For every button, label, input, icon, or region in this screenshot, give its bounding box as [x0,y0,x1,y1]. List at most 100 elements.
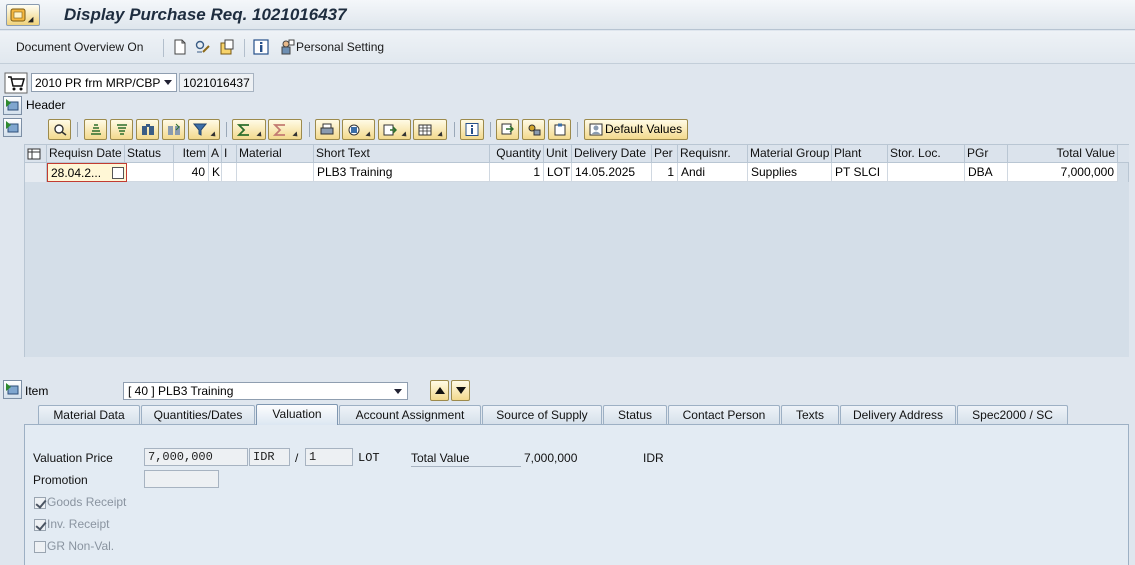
delivery-date-cell[interactable]: 14.05.2025 [572,163,652,182]
total-value-cell[interactable]: 7,000,000 [1008,163,1118,182]
personal-setting-icon[interactable] [279,39,295,55]
gear-icon [528,124,541,136]
col-item[interactable]: Item [174,145,209,163]
currency-field[interactable]: IDR [249,448,290,466]
pgr-cell[interactable]: DBA [965,163,1008,182]
find-next-button[interactable] [162,119,185,140]
settings-button[interactable] [522,119,545,140]
inv-receipt-checkbox[interactable] [34,519,46,531]
tab-texts[interactable]: Texts [781,405,839,424]
item-cell[interactable]: 40 [174,163,209,182]
collapse-items-icon [6,121,19,133]
title-bar: Display Purchase Req. 1021016437 [0,0,1135,30]
tab-valuation[interactable]: Valuation [256,404,338,425]
promotion-field[interactable] [144,470,219,488]
goods-receipt-checkbox[interactable] [34,497,46,509]
info-icon[interactable] [253,39,269,55]
document-type-select[interactable]: 2010 PR frm MRP/CBP [31,73,177,92]
col-per[interactable]: Per [652,145,678,163]
next-item-button[interactable] [451,380,470,401]
tab-contact-person[interactable]: Contact Person [668,405,780,424]
col-i[interactable]: I [222,145,237,163]
requisn-date-cell[interactable]: 28.04.2... [47,163,127,182]
chevron-down-icon[interactable] [394,389,402,394]
tab-source-of-supply[interactable]: Source of Supply [482,405,602,424]
total-button[interactable] [232,119,266,140]
personal-setting-button[interactable]: Personal Setting [296,40,384,54]
details-button[interactable] [48,119,71,140]
select-all-button[interactable] [25,145,47,163]
chevron-down-icon [210,131,218,139]
col-material[interactable]: Material [237,145,314,163]
status-cell[interactable] [127,163,174,182]
filter-button[interactable] [188,119,220,140]
col-status[interactable]: Status [125,145,174,163]
stor-loc-cell[interactable] [888,163,965,182]
find-button[interactable] [136,119,159,140]
other-document-icon[interactable] [219,39,235,55]
item-overview-collapse-button[interactable] [3,118,22,137]
subtotal-button[interactable] [268,119,302,140]
value-help-icon[interactable] [112,167,124,179]
col-a[interactable]: A [209,145,222,163]
export-button[interactable] [378,119,411,140]
new-document-icon[interactable] [172,39,188,55]
tab-spec2000-sc[interactable]: Spec2000 / SC [957,405,1068,424]
col-short-text[interactable]: Short Text [314,145,490,163]
tab-delivery-address[interactable]: Delivery Address [840,405,956,424]
plant-cell[interactable]: PT SLCI [832,163,888,182]
grid-empty-area [25,182,1129,357]
tab-material-data[interactable]: Material Data [38,405,140,424]
col-delivery-date[interactable]: Delivery Date [572,145,652,163]
print-button[interactable] [315,119,340,140]
document-overview-button[interactable]: Document Overview On [16,40,143,54]
material-group-cell[interactable]: Supplies [748,163,832,182]
goods-receipt-label: Goods Receipt [47,495,127,509]
material-cell[interactable] [237,163,314,182]
row-selector[interactable] [25,163,47,182]
item-label: Item [25,384,49,398]
item-select[interactable]: [ 40 ] PLB3 Training [123,382,408,400]
tab-account-assignment[interactable]: Account Assignment [339,405,481,424]
per-cell[interactable]: 1 [652,163,678,182]
display-change-icon[interactable] [195,39,211,55]
system-menu-button[interactable] [6,4,40,26]
sort-ascending-button[interactable] [84,119,107,140]
previous-item-button[interactable] [430,380,449,401]
gr-non-val-checkbox[interactable] [34,541,46,553]
account-category-cell[interactable]: K [209,163,222,182]
item-detail-collapse-button[interactable] [3,380,22,399]
grid-info-button[interactable] [460,119,484,140]
col-quantity[interactable]: Quantity [490,145,544,163]
layout-button[interactable] [413,119,447,140]
item-category-cell[interactable] [222,163,237,182]
toolbar-separator [490,122,491,137]
col-pgr[interactable]: PGr [965,145,1008,163]
tab-quantities-dates[interactable]: Quantities/Dates [141,405,255,424]
col-requisnr[interactable]: Requisnr. [678,145,748,163]
sort-descending-button[interactable] [110,119,133,140]
price-unit-field[interactable]: 1 [305,448,353,466]
document-button[interactable] [548,119,571,140]
collapse-item-detail-icon [6,383,19,395]
views-button[interactable] [342,119,375,140]
chevron-down-icon[interactable] [164,80,172,85]
copy-line-button[interactable] [496,119,519,140]
col-material-group[interactable]: Material Group [748,145,832,163]
requisnr-cell[interactable]: Andi [678,163,748,182]
col-stor-loc[interactable]: Stor. Loc. [888,145,965,163]
chevron-down-icon [256,131,264,139]
col-plant[interactable]: Plant [832,145,888,163]
col-total-value[interactable]: Total Value [1008,145,1118,163]
short-text-cell[interactable]: PLB3 Training [314,163,490,182]
window-title: Display Purchase Req. 1021016437 [64,5,347,24]
tab-status[interactable]: Status [603,405,667,424]
quantity-cell[interactable]: 1 [490,163,544,182]
default-values-button[interactable]: Default Values [584,119,688,140]
requisn-date-value: 28.04.2... [51,166,102,180]
valuation-price-field[interactable]: 7,000,000 [144,448,248,466]
col-unit[interactable]: Unit [544,145,572,163]
unit-cell[interactable]: LOT [544,163,572,182]
col-requisn-date[interactable]: Requisn Date [47,145,125,163]
header-expand-button[interactable] [3,96,22,115]
